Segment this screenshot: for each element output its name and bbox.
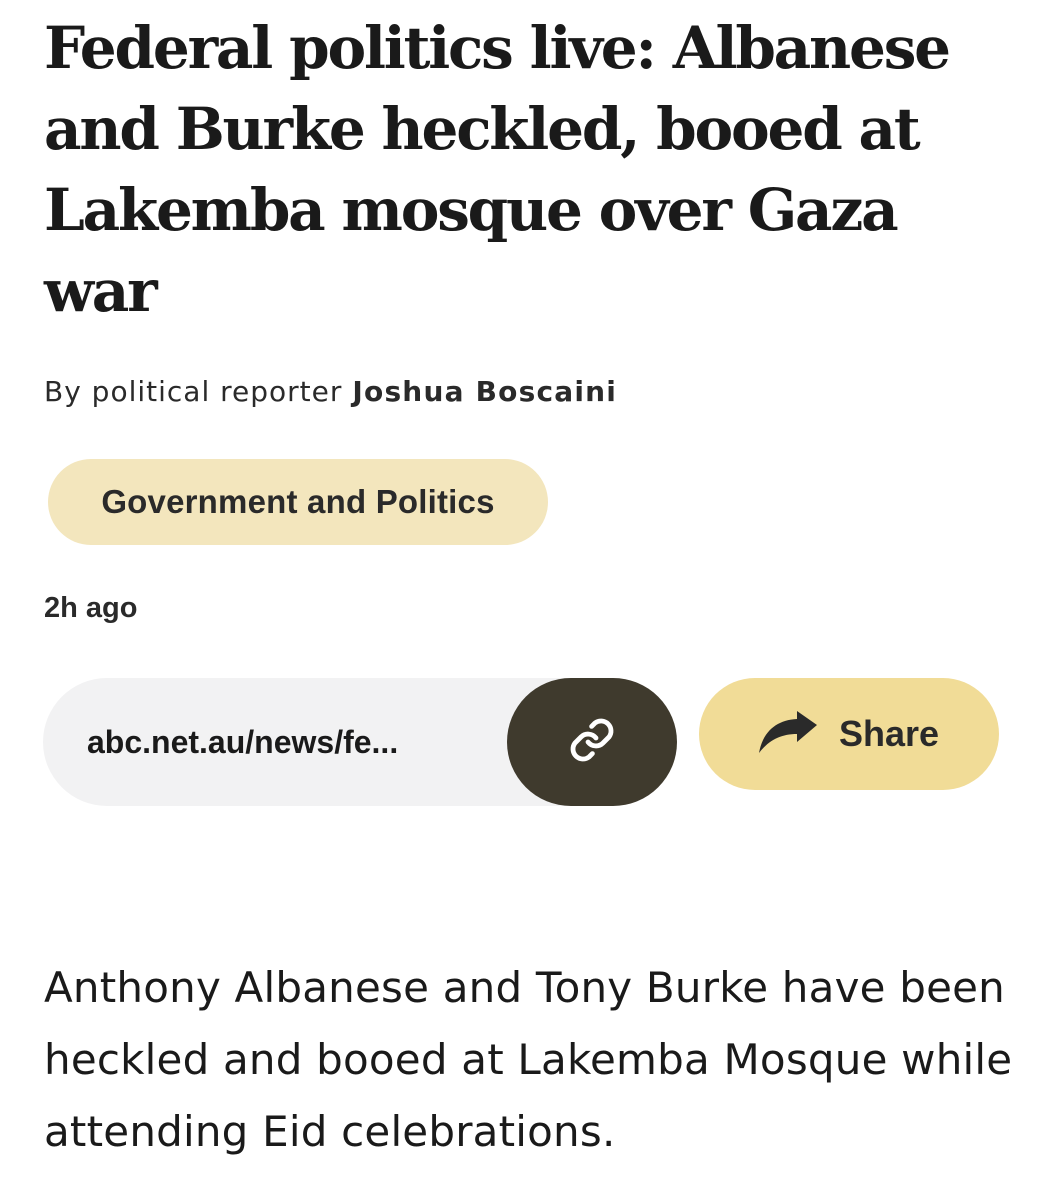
author-link[interactable]: Joshua Boscaini xyxy=(352,375,617,408)
share-arrow-icon xyxy=(758,711,817,753)
link-icon xyxy=(568,716,616,768)
headline: Federal politics live: Albanese and Burk… xyxy=(44,14,951,325)
share-url-text[interactable]: abc.net.au/news/fe... xyxy=(87,722,398,762)
byline-prefix: By political reporter xyxy=(44,375,343,408)
copy-link-button[interactable] xyxy=(507,678,677,806)
share-url-box[interactable]: abc.net.au/news/fe... xyxy=(43,678,677,806)
share-label: Share xyxy=(838,713,940,754)
share-button[interactable]: Share xyxy=(699,678,999,790)
article-lead: Anthony Albanese and Tony Burke have bee… xyxy=(44,963,1013,1156)
timestamp: 2h ago xyxy=(44,592,138,624)
byline: By political reporter Joshua Boscaini xyxy=(44,372,617,412)
topic-tag[interactable]: Government and Politics xyxy=(48,459,548,545)
